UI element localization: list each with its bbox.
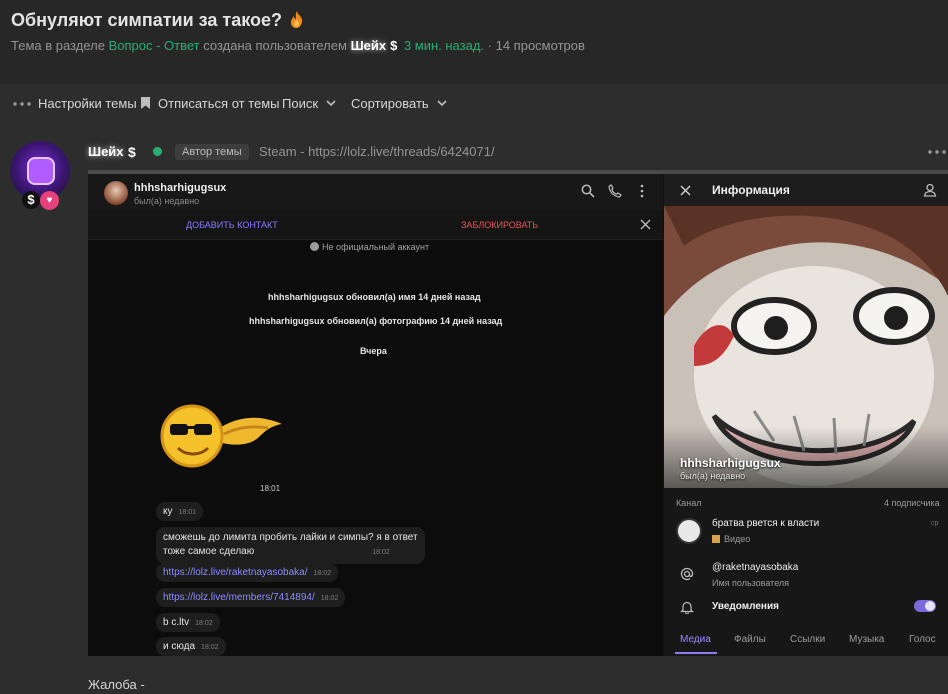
bell-icon [680, 601, 694, 614]
thread-meta: Тема в разделе Вопрос - Ответ создана по… [11, 38, 585, 53]
profile-name: hhhsharhigugsux [680, 456, 781, 470]
channel-sub: Видео [712, 534, 750, 544]
author-dollar-badge: $ [390, 38, 398, 53]
avatar-emblem [27, 157, 55, 185]
chat-pane: hhhsharhigugsux был(а) недавно ДОБАВИТЬ … [88, 174, 663, 656]
avatar[interactable] [10, 141, 70, 201]
thread-settings-button[interactable]: Настройки темы [38, 96, 137, 111]
channel-avatar [676, 518, 702, 544]
chat-contact-name: hhhsharhigugsux [134, 182, 227, 194]
info-header: Информация [664, 174, 948, 206]
tab-media: Медиа [680, 634, 711, 645]
system-message: hhhsharhigugsux обновил(а) имя 14 дней н… [268, 292, 481, 302]
user-icon [923, 183, 937, 197]
chevron-down-icon [437, 100, 447, 107]
section-link[interactable]: Вопрос - Ответ [109, 38, 200, 53]
message-link-bubble: https://lolz.live/members/7414894/18:02 [156, 588, 346, 607]
heart-icon: ♥ [40, 191, 59, 210]
unofficial-notice: Не официальный аккаунт [310, 242, 429, 252]
thread-header: Обнуляют симпатии за такое? Тема в разде… [0, 0, 948, 68]
add-contact-label: ДОБАВИТЬ КОНТАКТ [186, 220, 278, 230]
date-separator: Вчера [360, 346, 387, 356]
notifications-label: Уведомления [712, 601, 779, 612]
tab-files: Файлы [734, 634, 766, 645]
post-more-icon[interactable] [928, 150, 946, 154]
profile-photo-drawing [664, 206, 948, 488]
profile-status: был(а) недавно [680, 471, 746, 481]
close-icon [640, 219, 651, 230]
chat-contact-status: был(а) недавно [134, 196, 200, 206]
active-tab-indicator [675, 652, 717, 654]
video-icon [712, 535, 720, 543]
username: @raketnayasobaka [712, 562, 799, 573]
close-icon [680, 185, 691, 196]
message-bubble: ку 18:01 [156, 502, 204, 521]
tab-voice: Голос [909, 634, 936, 645]
channel-label: Канал [676, 498, 702, 508]
tab-music: Музыка [849, 634, 885, 645]
notifications-toggle [914, 600, 936, 612]
sort-dropdown[interactable]: Сортировать [351, 96, 447, 111]
author-badge: Автор темы [175, 144, 249, 160]
sticker-time: 18:01 [260, 484, 281, 493]
more-vertical-icon [640, 184, 644, 198]
post-text: Steam - https://lolz.live/threads/642407… [259, 144, 495, 159]
profile-photo: hhhsharhigugsux был(а) недавно [664, 206, 948, 488]
post: $ ♥ Шейх $ Автор темы Steam - https://lo… [0, 124, 948, 694]
fire-icon [290, 11, 303, 28]
info-title: Информация [712, 183, 790, 197]
at-icon [680, 567, 694, 581]
message-bubble: сможешь до лимита пробить лайки и симпы?… [156, 527, 425, 564]
more-dots-icon[interactable] [13, 102, 31, 106]
online-indicator [153, 147, 162, 156]
phone-icon [608, 184, 622, 198]
message-link-bubble: https://lolz.live/raketnayasobaka/18:02 [156, 563, 339, 582]
info-circle-icon [310, 242, 319, 251]
search-dropdown[interactable]: Поиск [282, 96, 336, 111]
thread-title: Обнуляют симпатии за такое? [11, 10, 303, 31]
author-link[interactable]: Шейх [351, 38, 387, 53]
media-tabs: Медиа Файлы Ссылки Музыка Голос [664, 634, 948, 656]
channel-cp-mark: cp [931, 520, 939, 527]
chevron-down-icon [326, 100, 336, 107]
username-label: Имя пользователя [712, 578, 790, 588]
unsubscribe-button[interactable]: Отписаться от темы [158, 96, 280, 111]
thread-toolbar: Настройки темы Отписаться от темы Поиск … [0, 84, 948, 124]
page: Обнуляют симпатии за такое? Тема в разде… [0, 0, 948, 694]
subscribers-count: 4 подписчика [884, 498, 940, 508]
search-icon [581, 184, 595, 198]
block-label: ЗАБЛОКИРОВАТЬ [461, 220, 539, 230]
chat-contact-avatar [104, 181, 128, 205]
tab-links: Ссылки [790, 634, 826, 645]
message-bubble: b c.ltv 18:02 [156, 613, 220, 632]
sunglasses-sun-sticker [160, 404, 282, 468]
message-bubble: и сюда 18:02 [156, 637, 226, 656]
views-count: · 14 просмотров [487, 38, 585, 53]
info-pane: Информация hhhsharhigugsux был(а) недавн… [664, 174, 948, 656]
post-dollar-badge: $ [128, 144, 136, 160]
post-complaint-text: Жалоба - [88, 677, 145, 692]
bookmark-icon [141, 97, 150, 109]
chat-action-bar: ДОБАВИТЬ КОНТАКТ ЗАБЛОКИРОВАТЬ [88, 210, 663, 240]
post-author[interactable]: Шейх [88, 144, 124, 159]
chat-header: hhhsharhigugsux был(а) недавно [88, 174, 663, 210]
avatar-dollar-badge: $ [22, 191, 40, 209]
attached-screenshot[interactable]: hhhsharhigugsux был(а) недавно ДОБАВИТЬ … [88, 170, 948, 656]
system-message: hhhsharhigugsux обновил(а) фотографию 14… [249, 316, 503, 326]
time-ago[interactable]: 3 мин. назад. [404, 38, 484, 53]
channel-name: братва рвется к власти [712, 518, 820, 529]
